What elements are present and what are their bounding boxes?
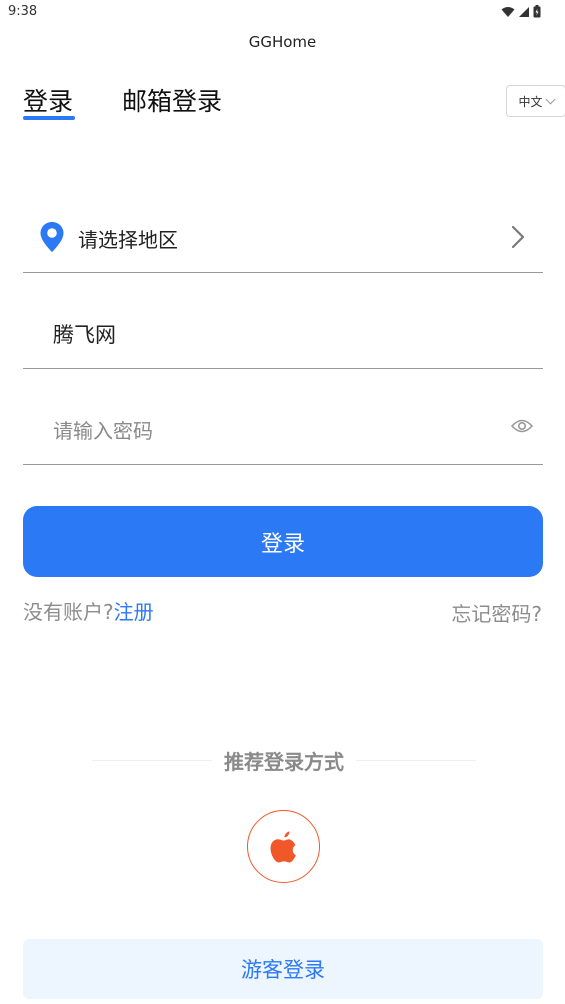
guest-login-button[interactable]: 游客登录 [23, 939, 543, 999]
register-link[interactable]: 注册 [114, 600, 154, 624]
login-button[interactable]: 登录 [23, 506, 543, 577]
tab-login[interactable]: 登录 [23, 82, 75, 120]
battery-charging-icon [533, 5, 541, 18]
recommend-section-header: 推荐登录方式 [92, 745, 476, 775]
login-button-label: 登录 [260, 531, 305, 557]
signal-icon [519, 6, 529, 17]
account-input-value: 腾飞网 [53, 323, 116, 347]
chevron-right-icon [511, 225, 525, 249]
language-selector[interactable]: 中文 [506, 85, 565, 117]
apple-icon [270, 831, 296, 862]
password-placeholder: 请输入密码 [53, 419, 153, 443]
recommend-title: 推荐登录方式 [224, 749, 344, 774]
divider-left [92, 759, 212, 761]
account-field[interactable]: 腾飞网 [23, 296, 543, 369]
tab-login-label: 登录 [23, 87, 74, 116]
divider-right [356, 759, 476, 761]
status-time: 9:38 [8, 4, 38, 19]
tab-email-login[interactable]: 邮箱登录 [122, 82, 222, 118]
tab-active-indicator [23, 116, 75, 120]
language-label: 中文 [518, 94, 543, 109]
guest-login-label: 游客登录 [241, 958, 325, 982]
no-account-row: 没有账户?注册 [23, 596, 154, 625]
region-label: 请选择地区 [78, 228, 178, 252]
apple-login-button[interactable] [247, 810, 320, 883]
status-bar: 9:38 [0, 0, 565, 24]
password-field[interactable]: 请输入密码 [23, 392, 543, 465]
location-pin-icon [40, 222, 64, 252]
chevron-down-icon [545, 94, 555, 104]
app-title: GGHome [248, 33, 317, 51]
tab-email-login-label: 邮箱登录 [122, 87, 223, 116]
status-icons [501, 5, 541, 18]
eye-icon[interactable] [511, 418, 533, 434]
forgot-password-link[interactable]: 忘记密码? [451, 598, 542, 627]
no-account-text: 没有账户? [23, 600, 114, 624]
region-selector[interactable]: 请选择地区 [23, 200, 543, 273]
wifi-icon [501, 6, 515, 17]
